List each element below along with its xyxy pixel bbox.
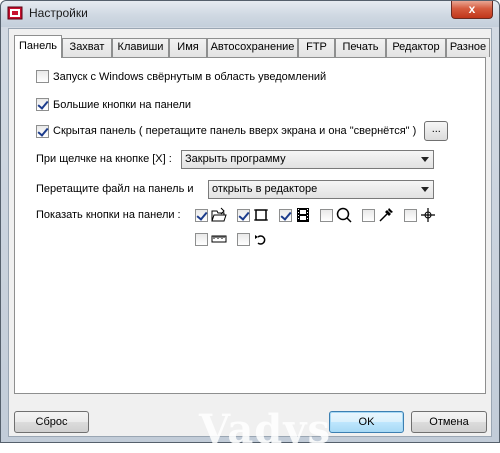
eyedropper-icon [379, 208, 393, 222]
chevron-down-icon [421, 187, 429, 192]
hidden-panel-option[interactable]: Скрытая панель ( перетащите панель вверх… [36, 120, 449, 142]
tab-strip: Панель Захват Клавиши Имя Автосохранение… [14, 35, 490, 58]
title-bar[interactable]: Настройки x [1, 1, 499, 27]
start-minimized-option[interactable]: Запуск с Windows свёрнутым в область уве… [36, 70, 326, 83]
drag-file-select[interactable]: открыть в редакторе [208, 180, 434, 199]
toolbar-item-undo[interactable] [237, 231, 269, 247]
close-click-value: Закрыть программу [185, 153, 286, 165]
toolbar-item-eyedropper[interactable] [362, 207, 394, 223]
toolbar-buttons-label: Показать кнопки на панели : [36, 209, 181, 221]
toolbar-region-checkbox[interactable] [237, 208, 250, 222]
toolbar-item-video[interactable] [279, 207, 311, 223]
toolbar-item-ruler[interactable] [195, 231, 227, 247]
big-buttons-option[interactable]: Большие кнопки на панели [36, 98, 191, 111]
close-button[interactable]: x [451, 1, 493, 19]
toolbar-crosshair-checkbox[interactable] [404, 208, 417, 222]
start-minimized-label: Запуск с Windows свёрнутым в область уве… [53, 70, 327, 83]
ruler-icon [211, 235, 227, 243]
tab-capture[interactable]: Захват [62, 38, 112, 57]
tab-hotkeys[interactable]: Клавиши [112, 38, 169, 57]
close-click-label: При щелчке на кнопке [X] : [36, 153, 172, 165]
tab-editor[interactable]: Редактор [386, 38, 446, 57]
drag-file-value: открыть в редакторе [212, 183, 318, 195]
reset-button[interactable]: Сброс [14, 411, 89, 433]
tab-print[interactable]: Печать [335, 38, 386, 57]
chevron-down-icon [421, 157, 429, 162]
drag-file-label: Перетащите файл на панель и [36, 183, 194, 195]
toolbar-undo-checkbox[interactable] [237, 232, 250, 246]
toolbar-magnifier-checkbox[interactable] [320, 208, 333, 222]
toolbar-item-open[interactable] [195, 207, 227, 223]
tab-panel-content: Запуск с Windows свёрнутым в область уве… [14, 57, 486, 394]
app-icon [7, 6, 23, 20]
cancel-button[interactable]: Отмена [411, 411, 487, 433]
settings-window: Настройки x Панель Захват Клавиши Имя Ав… [0, 0, 500, 453]
toolbar-item-region[interactable] [237, 207, 269, 223]
toolbar-eyedropper-checkbox[interactable] [362, 208, 375, 222]
tab-ftp[interactable]: FTP [298, 38, 335, 57]
start-minimized-checkbox[interactable] [36, 70, 49, 83]
film-strip-icon [297, 208, 309, 222]
magnifier-icon [336, 207, 352, 223]
toolbar-ruler-checkbox[interactable] [195, 232, 208, 246]
window-title: Настройки [29, 6, 88, 20]
big-buttons-checkbox[interactable] [36, 98, 49, 111]
crosshair-icon [421, 208, 435, 222]
tab-autosave[interactable]: Автосохранение [207, 38, 298, 57]
dialog-client-area: Панель Захват Клавиши Имя Автосохранение… [8, 28, 492, 453]
crop-frame-icon [254, 209, 268, 221]
watermark-text: Vadys [199, 406, 332, 453]
toolbar-video-checkbox[interactable] [279, 208, 292, 222]
hidden-panel-label: Скрытая панель ( перетащите панель вверх… [53, 125, 417, 137]
big-buttons-label: Большие кнопки на панели [53, 98, 192, 111]
tab-name[interactable]: Имя [169, 38, 207, 57]
ok-button[interactable]: OK [329, 411, 404, 433]
hidden-panel-checkbox[interactable] [36, 124, 49, 138]
tab-misc[interactable]: Разное [446, 38, 490, 57]
folder-open-icon [211, 207, 227, 222]
close-click-select[interactable]: Закрыть программу [181, 150, 434, 169]
toolbar-item-magnifier[interactable] [320, 207, 352, 223]
tab-panel[interactable]: Панель [14, 35, 62, 58]
undo-arrow-icon [255, 235, 266, 245]
toolbar-open-checkbox[interactable] [195, 208, 208, 222]
toolbar-item-crosshair[interactable] [404, 207, 436, 223]
hidden-panel-settings-button[interactable]: ... [424, 121, 449, 141]
